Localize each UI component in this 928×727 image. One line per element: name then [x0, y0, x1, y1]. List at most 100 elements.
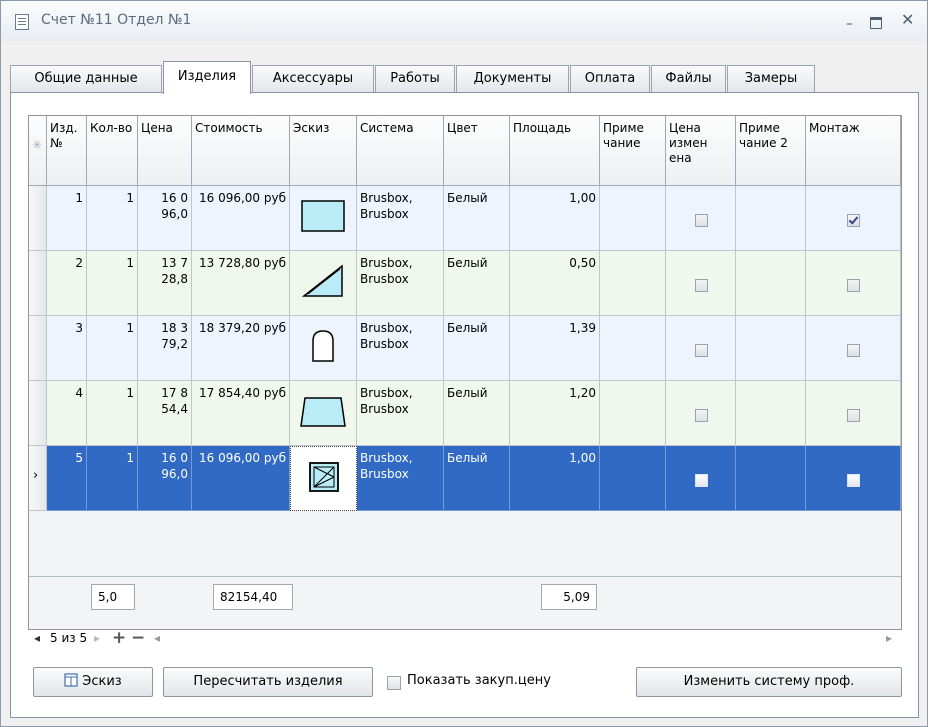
col-header-qty[interactable]: Кол-во: [87, 116, 138, 186]
montage-checkbox[interactable]: [847, 344, 860, 357]
col-header-system[interactable]: Система: [357, 116, 444, 186]
tab-measurements[interactable]: Замеры: [727, 65, 815, 92]
record-navigator: ◂ 5 из 5 ▸ + − ◂ ▸: [28, 628, 902, 649]
table-row[interactable]: 3 1 18 3 79,2 18 379,20 руб Brusbox, Bru…: [29, 316, 901, 381]
cell-note2[interactable]: [736, 316, 806, 381]
row-header[interactable]: [29, 186, 47, 251]
cell-area: 1,20: [510, 381, 600, 446]
document-icon: [15, 14, 29, 30]
cell-note[interactable]: [600, 186, 666, 251]
col-header-color[interactable]: Цвет: [444, 116, 510, 186]
nav-prev-icon[interactable]: ◂: [34, 631, 40, 645]
tab-accessories[interactable]: Аксессуары: [252, 65, 374, 92]
cell-area: 1,00: [510, 446, 600, 511]
cell-montage: [806, 446, 901, 511]
cell-price: 13 7 28,8: [138, 251, 192, 316]
change-profile-system-button[interactable]: Изменить систему проф.: [636, 667, 902, 697]
row-header[interactable]: [29, 381, 47, 446]
price-changed-checkbox[interactable]: [695, 344, 708, 357]
new-row-icon: ✳: [29, 116, 47, 186]
totals-footer: 5,0 82154,40 5,09: [29, 576, 901, 617]
cell-montage: [806, 251, 901, 316]
cell-qty: 1: [87, 381, 138, 446]
montage-checkbox[interactable]: [847, 474, 860, 487]
price-changed-checkbox[interactable]: [695, 214, 708, 227]
price-changed-checkbox[interactable]: [695, 279, 708, 292]
tab-general[interactable]: Общие данные: [10, 65, 162, 92]
montage-checkbox[interactable]: [847, 409, 860, 422]
sketch-window-icon: [64, 673, 78, 687]
total-qty: 5,0: [91, 584, 135, 610]
col-header-sketch[interactable]: Эскиз: [290, 116, 357, 186]
col-header-izd-num[interactable]: Изд.№: [47, 116, 87, 186]
cell-price-changed: [666, 316, 736, 381]
window-title: Счет №11 Отдел №1: [41, 12, 192, 28]
cell-izd-num: 4: [47, 381, 87, 446]
col-header-price[interactable]: Цена: [138, 116, 192, 186]
tab-files[interactable]: Файлы: [651, 65, 726, 92]
nav-next-icon[interactable]: ▸: [94, 631, 100, 645]
table-row-selected[interactable]: › 5 1 16 0 96,0 16 096,00 руб Brusbox, B…: [29, 446, 901, 511]
price-changed-checkbox[interactable]: [695, 409, 708, 422]
cell-color: Белый: [444, 186, 510, 251]
col-header-montage[interactable]: Монтаж: [806, 116, 901, 186]
cell-area: 1,39: [510, 316, 600, 381]
hscroll-left-icon[interactable]: ◂: [154, 631, 160, 645]
cell-note2[interactable]: [736, 186, 806, 251]
minimize-icon[interactable]: –: [846, 16, 853, 32]
cell-price: 16 0 96,0: [138, 446, 192, 511]
cell-price-changed: [666, 186, 736, 251]
cell-qty: 1: [87, 316, 138, 381]
tab-works[interactable]: Работы: [375, 65, 455, 92]
tab-payment[interactable]: Оплата: [570, 65, 650, 92]
cell-izd-num: 1: [47, 186, 87, 251]
cell-qty: 1: [87, 251, 138, 316]
col-header-note2[interactable]: Приме чание 2: [736, 116, 806, 186]
tab-documents[interactable]: Документы: [456, 65, 569, 92]
row-header[interactable]: [29, 316, 47, 381]
table-row[interactable]: 1 1 16 0 96,0 16 096,00 руб Brusbox, Bru…: [29, 186, 901, 251]
cell-note2[interactable]: [736, 446, 806, 511]
show-purchase-price-checkbox[interactable]: [387, 676, 401, 690]
montage-checkbox[interactable]: [847, 214, 860, 227]
montage-checkbox[interactable]: [847, 279, 860, 292]
cell-color: Белый: [444, 381, 510, 446]
col-header-price-changed[interactable]: Цена измен ена: [666, 116, 736, 186]
sketch-button-label: Эскиз: [82, 674, 122, 689]
cell-note2[interactable]: [736, 381, 806, 446]
items-panel: ✳ Изд.№ Кол-во Цена Стоимость Эскиз Сист…: [10, 92, 919, 718]
show-purchase-price-label[interactable]: Показать закуп.цену: [407, 673, 551, 688]
col-header-area[interactable]: Площадь: [510, 116, 600, 186]
hscroll-right-icon[interactable]: ▸: [886, 631, 892, 645]
close-icon[interactable]: ✕: [901, 10, 914, 29]
cell-note[interactable]: [600, 251, 666, 316]
cell-color: Белый: [444, 446, 510, 511]
cell-note[interactable]: [600, 446, 666, 511]
cell-system: Brusbox, Brusbox: [357, 251, 444, 316]
cell-montage: [806, 186, 901, 251]
cell-montage: [806, 316, 901, 381]
tab-items[interactable]: Изделия: [163, 61, 251, 94]
nav-add-icon[interactable]: +: [112, 628, 126, 648]
row-header[interactable]: [29, 251, 47, 316]
table-row[interactable]: 4 1 17 8 54,4 17 854,40 руб Brusbox, Bru…: [29, 381, 901, 446]
cell-note[interactable]: [600, 381, 666, 446]
cell-cost: 16 096,00 руб: [192, 186, 290, 251]
maximize-icon[interactable]: [870, 17, 882, 29]
col-header-note[interactable]: Приме чание: [600, 116, 666, 186]
nav-remove-icon[interactable]: −: [131, 628, 145, 648]
trapezoid-window-sketch-icon: [300, 397, 346, 427]
table-row[interactable]: 2 1 13 7 28,8 13 728,80 руб Brusbox, Bru…: [29, 251, 901, 316]
recalculate-items-button[interactable]: Пересчитать изделия: [163, 667, 373, 697]
cell-note2[interactable]: [736, 251, 806, 316]
col-header-cost[interactable]: Стоимость: [192, 116, 290, 186]
total-cost: 82154,40: [213, 584, 293, 610]
nav-position: 5 из 5: [50, 631, 88, 645]
cell-note[interactable]: [600, 316, 666, 381]
price-changed-checkbox[interactable]: [695, 474, 708, 487]
sash-window-sketch-icon: [309, 462, 339, 492]
rectangle-window-sketch-icon: [301, 200, 345, 232]
cell-cost: 17 854,40 руб: [192, 381, 290, 446]
current-row-indicator-icon[interactable]: ›: [29, 446, 47, 511]
sketch-button[interactable]: Эскиз: [33, 667, 153, 697]
